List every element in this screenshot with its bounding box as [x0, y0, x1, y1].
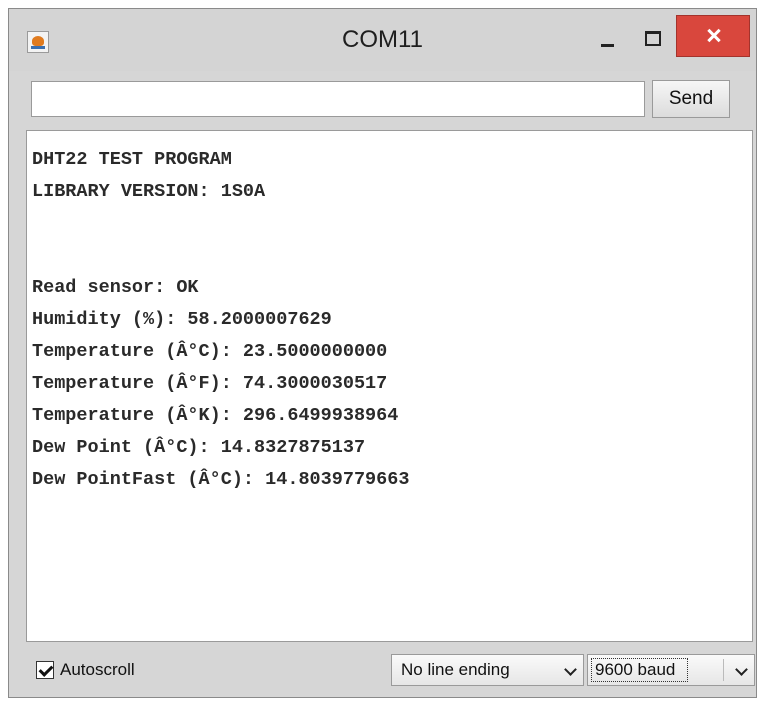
status-bar: Autoscroll No line ending 9600 baud	[9, 642, 756, 699]
autoscroll-label: Autoscroll	[60, 660, 135, 679]
title-bar[interactable]: COM11	[9, 9, 756, 71]
baud-rate-value: 9600 baud	[591, 658, 689, 682]
output-line: Dew Point (Â°C): 14.8327875137	[32, 437, 366, 458]
output-line: Temperature (Â°F): 74.3000030517	[32, 373, 388, 394]
serial-monitor-window: COM11 Send DHT22 TEST PROGRAM LIBRARY VE…	[8, 8, 757, 698]
send-button[interactable]: Send	[652, 80, 730, 118]
serial-output-area[interactable]: DHT22 TEST PROGRAM LIBRARY VERSION: 1S0A…	[26, 130, 753, 642]
line-ending-select[interactable]: No line ending	[391, 654, 584, 686]
output-line: Temperature (Â°K): 296.6499938964	[32, 405, 399, 426]
output-line: Dew PointFast (Â°C): 14.8039779663	[32, 469, 410, 490]
minimize-button[interactable]	[589, 25, 627, 55]
output-line: DHT22 TEST PROGRAM	[32, 149, 232, 170]
output-line: Read sensor: OK	[32, 277, 199, 298]
output-line: Temperature (Â°C): 23.5000000000	[32, 341, 388, 362]
maximize-button[interactable]	[633, 25, 671, 55]
select-divider	[723, 659, 724, 681]
line-ending-value: No line ending	[401, 660, 510, 679]
close-button[interactable]	[676, 15, 750, 57]
autoscroll-toggle[interactable]: Autoscroll	[36, 660, 135, 680]
serial-input-field[interactable]	[31, 81, 645, 117]
baud-rate-select[interactable]: 9600 baud	[587, 654, 755, 686]
autoscroll-checkbox[interactable]	[36, 661, 54, 679]
output-line: LIBRARY VERSION: 1S0A	[32, 181, 266, 202]
output-line: Humidity (%): 58.2000007629	[32, 309, 332, 330]
send-row: Send	[9, 71, 756, 129]
